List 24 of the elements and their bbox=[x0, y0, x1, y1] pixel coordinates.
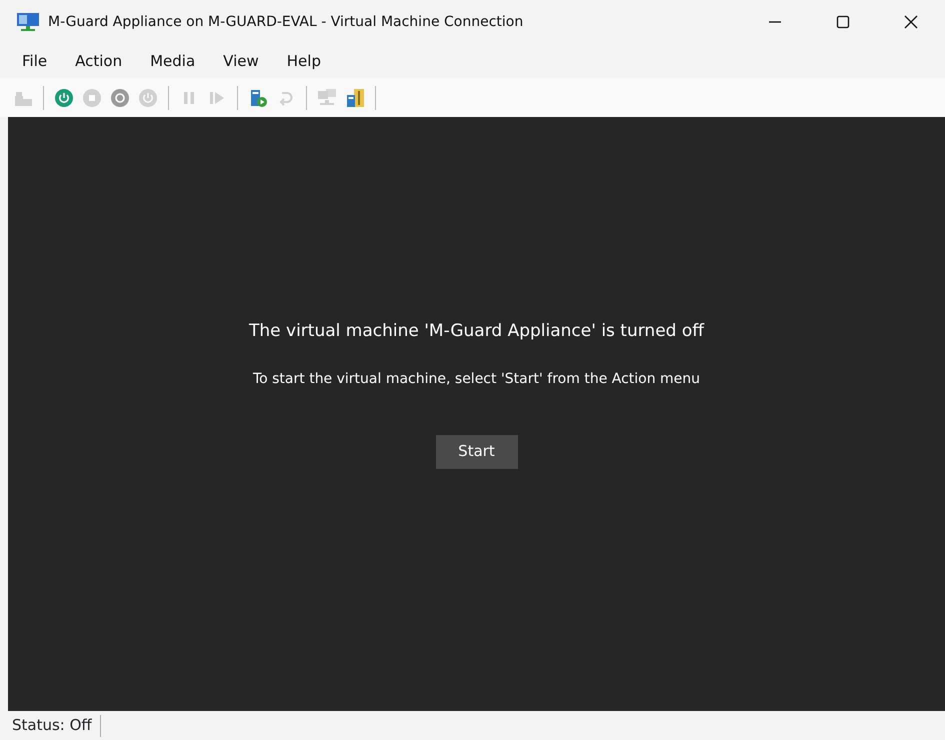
power-icon bbox=[54, 88, 74, 108]
menu-item[interactable]: File bbox=[8, 46, 62, 76]
menu-item[interactable]: Media bbox=[136, 46, 210, 76]
minimize-icon bbox=[769, 21, 781, 23]
power-icon bbox=[138, 88, 158, 108]
shutdown-button[interactable] bbox=[109, 86, 131, 108]
menu-item[interactable]: View bbox=[209, 46, 273, 76]
status-text: Status: Off bbox=[12, 715, 92, 736]
start-button[interactable]: Start bbox=[436, 434, 518, 468]
share-button[interactable] bbox=[344, 86, 366, 108]
menu-item[interactable]: Action bbox=[61, 46, 136, 76]
app-icon bbox=[16, 12, 40, 32]
close-icon bbox=[903, 14, 919, 30]
shutdown-icon bbox=[110, 88, 130, 108]
stop-icon bbox=[82, 88, 102, 108]
checkpoint-icon bbox=[248, 88, 268, 108]
maximize-icon bbox=[835, 14, 851, 30]
vm-start-instructions: To start the virtual machine, select 'Start' from the Action menu bbox=[252, 370, 700, 388]
vm-off-heading: The virtual machine 'M-Guard Appliance' is turned off bbox=[249, 320, 704, 343]
monitors-icon bbox=[317, 88, 337, 108]
menu-item[interactable]: Help bbox=[272, 46, 335, 76]
share-icon bbox=[345, 88, 365, 108]
window-title: M-Guard Appliance on M-GUARD-EVAL - Virtual Machine Connection bbox=[48, 12, 524, 32]
start-button[interactable] bbox=[53, 86, 75, 108]
